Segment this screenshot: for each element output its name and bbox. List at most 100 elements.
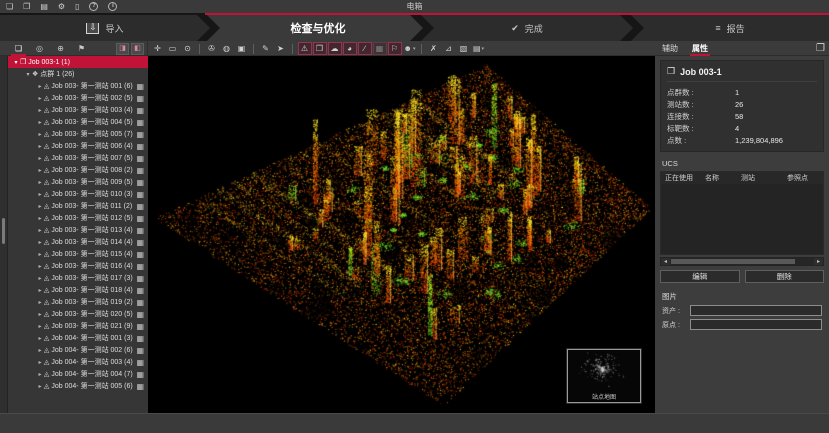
tree-station-row[interactable]: ▸◬Job 003- 第一测站 003 (4)▦ [8,104,148,116]
camera-view-button[interactable]: ✇ [205,42,219,55]
tree-station-row[interactable]: ▸◬Job 003- 第一测站 004 (5)▦ [8,116,148,128]
station-thumbnail-icon[interactable]: ▦ [136,226,144,235]
station-thumbnail-icon[interactable]: ▦ [136,94,144,103]
station-thumbnail-icon[interactable]: ▦ [136,118,144,127]
station-thumbnail-icon[interactable]: ▦ [136,358,144,367]
tab-links[interactable]: ◎ [29,41,50,56]
expander-icon[interactable]: ▸ [36,131,44,138]
tree-station-row[interactable]: ▸◬Job 003- 第一测站 012 (5)▦ [8,212,148,224]
trash-icon[interactable]: ▯ [75,2,79,11]
measure-tool[interactable]: ✎ [259,42,273,55]
tree-station-row[interactable]: ▸◬Job 003- 第一测站 019 (2)▦ [8,296,148,308]
asset-field[interactable] [690,305,822,316]
tree-station-row[interactable]: ▸◬Job 003- 第一测站 006 (4)▦ [8,140,148,152]
expander-icon[interactable]: ▸ [36,191,44,198]
tree-station-row[interactable]: ▸◬Job 003- 第一测站 016 (4)▦ [8,260,148,272]
expander-icon[interactable]: ▸ [36,83,44,90]
tree-station-row[interactable]: ▸◬Job 003- 第一测站 011 (2)▦ [8,200,148,212]
expander-icon[interactable]: ▸ [36,275,44,282]
station-thumbnail-icon[interactable]: ▦ [136,262,144,271]
tree-station-row[interactable]: ▸◬Job 003- 第一测站 015 (4)▦ [8,248,148,260]
tree-station-row[interactable]: ▸◬Job 003- 第一测站 017 (3)▦ [8,272,148,284]
expander-icon[interactable]: ▸ [36,263,44,270]
tab-properties[interactable]: 属性 [685,41,715,56]
setups-toggle[interactable]: ◕ [343,42,357,55]
station-thumbnail-icon[interactable]: ▦ [136,346,144,355]
tree-group-pointcloud[interactable]: ▾❖点群 1 (26) [8,68,148,80]
alerts-toggle[interactable]: ⚠ [298,42,312,55]
tree-station-row[interactable]: ▸◬Job 004- 第一测站 002 (6)▦ [8,344,148,356]
station-thumbnail-icon[interactable]: ▦ [136,214,144,223]
station-thumbnail-icon[interactable]: ▦ [136,370,144,379]
station-thumbnail-icon[interactable]: ▦ [136,298,144,307]
tab-map[interactable]: ⊕ [50,41,71,56]
expander-icon[interactable]: ▸ [36,95,44,102]
expander-icon[interactable]: ▸ [36,167,44,174]
expander-icon[interactable]: ▸ [36,107,44,114]
station-thumbnail-icon[interactable]: ▦ [136,286,144,295]
expander-icon[interactable]: ▸ [36,239,44,246]
station-thumbnail-icon[interactable]: ▦ [136,82,144,91]
links-toggle[interactable]: ∕ [358,42,372,55]
import-folder-icon[interactable]: ❐ [23,2,30,11]
tree-station-row[interactable]: ▸◬Job 004- 第一测站 001 (3)▦ [8,332,148,344]
ucs-horizontal-scrollbar[interactable]: ◂ ▸ [660,257,824,266]
tree-station-row[interactable]: ▸◬Job 003- 第一测站 001 (6)▦ [8,80,148,92]
tree-station-row[interactable]: ▸◬Job 004- 第一测站 004 (7)▦ [8,368,148,380]
station-thumbnail-icon[interactable]: ▦ [136,166,144,175]
tree-station-row[interactable]: ▸◬Job 003- 第一测站 002 (5)▦ [8,92,148,104]
scroll-right-arrow-icon[interactable]: ▸ [814,258,823,265]
expander-icon[interactable]: ▸ [36,155,44,162]
images-toggle[interactable]: ▦ [373,42,387,55]
pick-tool[interactable]: ➤ [274,42,288,55]
station-thumbnail-icon[interactable]: ▦ [136,142,144,151]
filter-button-2[interactable]: ◧ [131,43,144,55]
expander-icon[interactable]: ▸ [36,119,44,126]
expander-icon[interactable]: ▸ [36,227,44,234]
tree-station-row[interactable]: ▸◬Job 003- 第一测站 009 (5)▦ [8,176,148,188]
expander-icon[interactable]: ▸ [36,311,44,318]
image-viewer-button[interactable]: ▧ [457,42,471,55]
link-editor-button[interactable]: ✗ [427,42,441,55]
tree-station-row[interactable]: ▸◬Job 003- 第一测站 010 (3)▦ [8,188,148,200]
expander-icon[interactable]: ▸ [36,371,44,378]
station-thumbnail-icon[interactable]: ▦ [136,310,144,319]
station-thumbnail-icon[interactable]: ▦ [136,274,144,283]
ortho-view-button[interactable]: ▣ [235,42,249,55]
tree-root-job[interactable]: ▾❒Job 003-1 (1) [8,56,148,68]
expander-icon[interactable]: ▸ [36,347,44,354]
splitter-grip-icon[interactable] [2,218,5,244]
tree-station-row[interactable]: ▸◬Job 003- 第一测站 008 (2)▦ [8,164,148,176]
station-thumbnail-icon[interactable]: ▦ [136,322,144,331]
expander-icon[interactable]: ▸ [36,287,44,294]
station-thumbnail-icon[interactable]: ▦ [136,202,144,211]
user-menu-button[interactable]: ☻▾ [403,42,417,55]
expander-icon[interactable]: ▸ [36,179,44,186]
pan-tool[interactable]: ✛ [151,42,165,55]
workflow-step-3[interactable]: ✔完成 [421,15,633,41]
station-thumbnail-icon[interactable]: ▦ [136,382,144,391]
scrollbar-track[interactable] [670,258,814,265]
fence-select-tool[interactable]: ▭ [166,42,180,55]
scrollbar-thumb[interactable] [671,259,795,264]
tree-station-row[interactable]: ▸◬Job 003- 第一测站 014 (4)▦ [8,236,148,248]
station-thumbnail-icon[interactable]: ▦ [136,238,144,247]
expander-icon[interactable]: ▸ [36,143,44,150]
scroll-left-arrow-icon[interactable]: ◂ [661,258,670,265]
site-minimap[interactable]: 站点地图 [567,349,641,403]
expander-icon[interactable]: ▾ [12,59,20,66]
filter-button-1[interactable]: ◨ [116,43,129,55]
expander-icon[interactable]: ▸ [36,359,44,366]
tree-station-row[interactable]: ▸◬Job 004- 第一测站 003 (4)▦ [8,356,148,368]
help-icon[interactable]: ? [89,2,98,11]
expander-icon[interactable]: ▸ [36,383,44,390]
tree-station-row[interactable]: ▸◬Job 003- 第一测站 020 (5)▦ [8,308,148,320]
tree-station-row[interactable]: ▸◬Job 004- 第一测站 005 (6)▦ [8,380,148,392]
expander-icon[interactable]: ▸ [36,299,44,306]
zoom-area-tool[interactable]: ⊙ [181,42,195,55]
display-settings-button[interactable]: ▤▾ [472,42,486,55]
origin-field[interactable] [690,319,822,330]
expander-icon[interactable]: ▸ [36,251,44,258]
station-thumbnail-icon[interactable]: ▦ [136,178,144,187]
workflow-step-1[interactable]: ⇩导入 [0,15,210,41]
